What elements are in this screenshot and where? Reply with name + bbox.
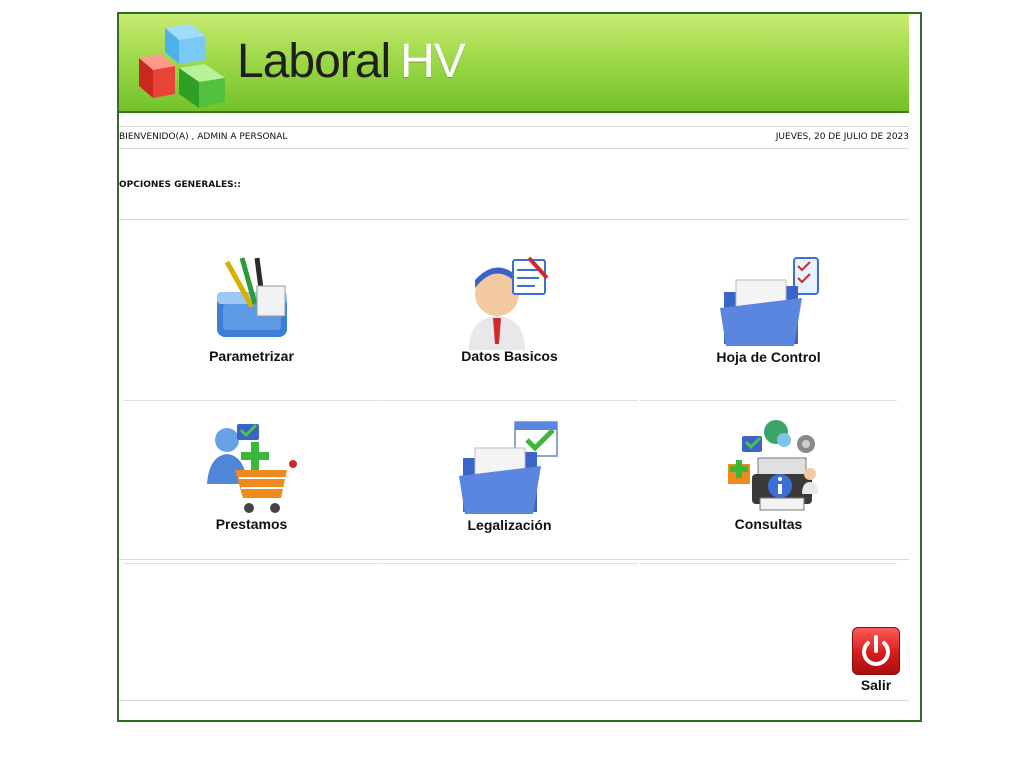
menu-item-label: Datos Basicos	[461, 348, 558, 364]
section-title: OPCIONES GENERALES::	[119, 180, 241, 190]
power-icon	[852, 627, 900, 675]
divider	[119, 559, 909, 560]
menu-item-prestamos[interactable]: Prestamos	[123, 408, 380, 568]
divider	[381, 563, 638, 564]
divider	[119, 126, 909, 127]
app-title: Laboral HV	[237, 34, 466, 89]
menu-item-legalizacion[interactable]: Legalización	[381, 408, 638, 568]
menu-item-label: Hoja de Control	[716, 349, 821, 365]
folder-checklist-icon	[719, 257, 819, 346]
menu-item-label: Legalización	[467, 517, 552, 533]
baskets-pencils-icon	[216, 257, 287, 337]
printer-info-icon	[727, 420, 818, 511]
current-date: JUEVES, 20 DE JULIO DE 2023	[775, 132, 909, 142]
user-cart-add-icon	[206, 423, 297, 513]
menu-item-hoja-de-control[interactable]: Hoja de Control	[640, 242, 897, 402]
menu-item-consultas[interactable]: Consultas	[640, 408, 897, 568]
cubes-logo-icon	[139, 24, 225, 108]
app-title-accent: HV	[400, 35, 466, 88]
welcome-text: BIENVENIDO(A) , ADMIN A PERSONAL	[119, 132, 288, 142]
divider	[119, 219, 909, 220]
divider	[119, 700, 909, 701]
divider	[381, 400, 638, 401]
exit-label: Salir	[860, 677, 892, 693]
menu-item-label: Parametrizar	[209, 348, 294, 364]
divider	[119, 148, 909, 149]
menu-item-parametrizar[interactable]: Parametrizar	[123, 242, 380, 402]
folder-calendar-check-icon	[458, 421, 558, 514]
app-title-main: Laboral	[237, 35, 391, 88]
main-frame: Laboral HV BIENVENIDO(A) , ADMIN A PERSON…	[117, 12, 922, 722]
exit-button[interactable]: Salir	[850, 627, 902, 697]
divider	[123, 563, 380, 564]
menu-item-datos-basicos[interactable]: Datos Basicos	[381, 242, 638, 402]
menu-item-label: Prestamos	[215, 516, 288, 532]
divider	[123, 400, 380, 401]
header-banner: Laboral HV	[119, 14, 909, 113]
divider	[640, 563, 897, 564]
menu-item-label: Consultas	[734, 516, 803, 532]
divider	[640, 400, 897, 401]
user-document-icon	[468, 256, 548, 350]
